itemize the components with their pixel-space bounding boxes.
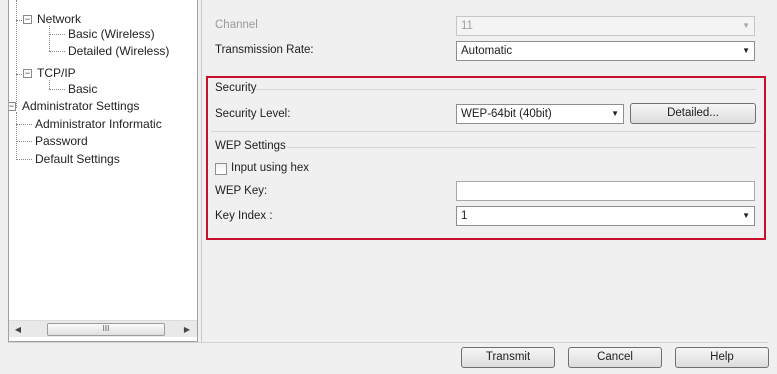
scrollbar-thumb[interactable]: III [47, 323, 165, 336]
tree-item-password[interactable]: Password [35, 134, 88, 148]
collapse-network-icon[interactable]: − [23, 15, 32, 24]
tree-item-network[interactable]: Network [37, 12, 81, 26]
tree-connector [49, 51, 65, 52]
tree-connector [16, 112, 17, 160]
tree-connector [49, 26, 50, 51]
chevron-down-icon: ▼ [742, 46, 750, 55]
tree-item-administrator-information[interactable]: Administrator Informatic [35, 117, 162, 131]
tree-connector [16, 124, 32, 125]
grip-icon: III [102, 324, 110, 333]
transmission-rate-label: Transmission Rate: [215, 44, 314, 56]
tree-item-basic[interactable]: Basic [68, 82, 97, 96]
channel-select: 11 ▼ [456, 16, 755, 36]
scroll-right-icon[interactable]: ▶ [179, 322, 195, 337]
help-button[interactable]: Help [675, 347, 769, 368]
security-highlight-frame [206, 76, 766, 240]
channel-value: 11 [461, 20, 473, 32]
collapse-admin-icon[interactable]: − [9, 102, 16, 111]
cancel-button[interactable]: Cancel [568, 347, 662, 368]
tree-connector [49, 89, 65, 90]
chevron-down-icon: ▼ [742, 21, 750, 30]
settings-tree[interactable]: − − − Network Basic (Wireless) Detailed … [8, 0, 198, 342]
tree-item-tcpip[interactable]: TCP/IP [37, 66, 76, 80]
tree-connector [16, 159, 32, 160]
tree-connector [16, 0, 17, 108]
tree-item-administrator-settings[interactable]: Administrator Settings [22, 99, 139, 113]
tree-item-detailed-wireless[interactable]: Detailed (Wireless) [68, 44, 169, 58]
tree-connector [49, 34, 65, 35]
transmit-button[interactable]: Transmit [461, 347, 555, 368]
scroll-left-icon[interactable]: ◀ [10, 322, 26, 337]
tree-item-basic-wireless[interactable]: Basic (Wireless) [68, 27, 155, 41]
tree-item-default-settings[interactable]: Default Settings [35, 152, 120, 166]
transmission-rate-select[interactable]: Automatic ▼ [456, 41, 755, 61]
panel-divider [201, 0, 202, 342]
tree-connector [49, 80, 50, 89]
transmission-rate-value: Automatic [461, 45, 513, 57]
footer-divider [8, 342, 768, 343]
channel-label: Channel [215, 19, 258, 31]
tree-connector [16, 141, 32, 142]
tree-horizontal-scrollbar[interactable]: ◀ III ▶ [9, 320, 197, 337]
collapse-tcpip-icon[interactable]: − [23, 69, 32, 78]
